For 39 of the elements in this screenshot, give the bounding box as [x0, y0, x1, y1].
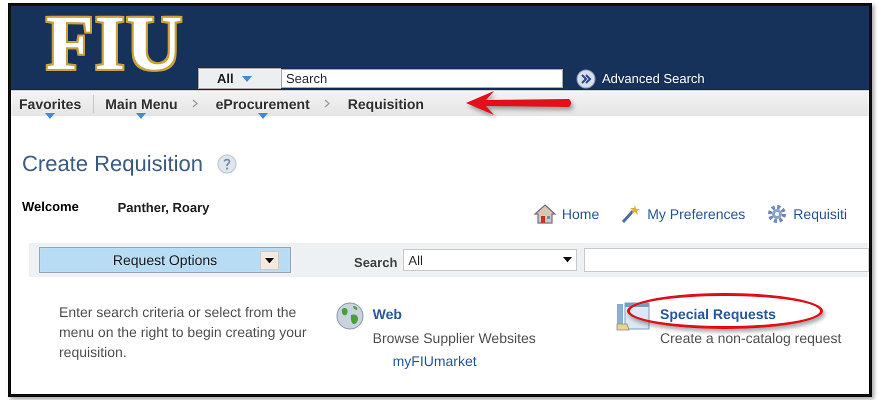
- breadcrumb-item[interactable]: eProcurement: [214, 96, 312, 112]
- help-icon[interactable]: [216, 154, 237, 174]
- option-description: Create a non-catalog request: [660, 330, 842, 346]
- option-title-link[interactable]: Web: [372, 306, 402, 322]
- search-scope-dropdown[interactable]: All: [198, 68, 281, 89]
- caret-icon: [265, 258, 274, 264]
- gear-icon: [767, 204, 788, 224]
- chevron-icon: [324, 99, 330, 108]
- caret-icon: [136, 112, 146, 118]
- chevron-icon: [192, 99, 198, 108]
- university-logo: FIU: [46, 10, 184, 76]
- page-title: Create Requisition: [22, 151, 203, 177]
- house-icon: [534, 204, 556, 224]
- user-name: Panther, Roary: [118, 200, 210, 215]
- search-field[interactable]: Search: [281, 69, 563, 88]
- breadcrumb-item[interactable]: Requisition: [346, 96, 426, 112]
- marketplace-link[interactable]: myFIUmarket: [392, 353, 477, 369]
- advanced-search-link[interactable]: Advanced Search: [602, 71, 705, 86]
- document-window-icon: [615, 302, 652, 332]
- double-chevron-icon[interactable]: [576, 68, 596, 88]
- caret-icon: [242, 76, 252, 82]
- caret-icon: [45, 112, 56, 118]
- header-link[interactable]: My Preferences: [621, 204, 746, 224]
- instructions-text: Enter search criteria or select from the menu on the right to begin creating your requisition.: [59, 303, 308, 362]
- breadcrumb-item[interactable]: Favorites: [17, 96, 84, 112]
- catalog-search-field[interactable]: [584, 248, 869, 272]
- header-link[interactable]: Requisiti: [767, 204, 847, 224]
- request-options-button[interactable]: Request Options: [39, 247, 292, 273]
- caret-icon: [563, 257, 572, 263]
- caret-icon: [258, 112, 268, 118]
- option-description: Browse Supplier Websites: [372, 330, 536, 346]
- breadcrumb-item[interactable]: Main Menu: [103, 96, 180, 112]
- search-category-select[interactable]: All: [403, 249, 578, 271]
- search-label: Search: [354, 254, 398, 270]
- header-link[interactable]: Home: [534, 204, 600, 224]
- welcome-label: Welcome: [22, 199, 80, 214]
- option-title-link[interactable]: Special Requests: [660, 306, 776, 322]
- magic-wand-icon: [621, 204, 642, 224]
- globe-icon: [336, 302, 364, 330]
